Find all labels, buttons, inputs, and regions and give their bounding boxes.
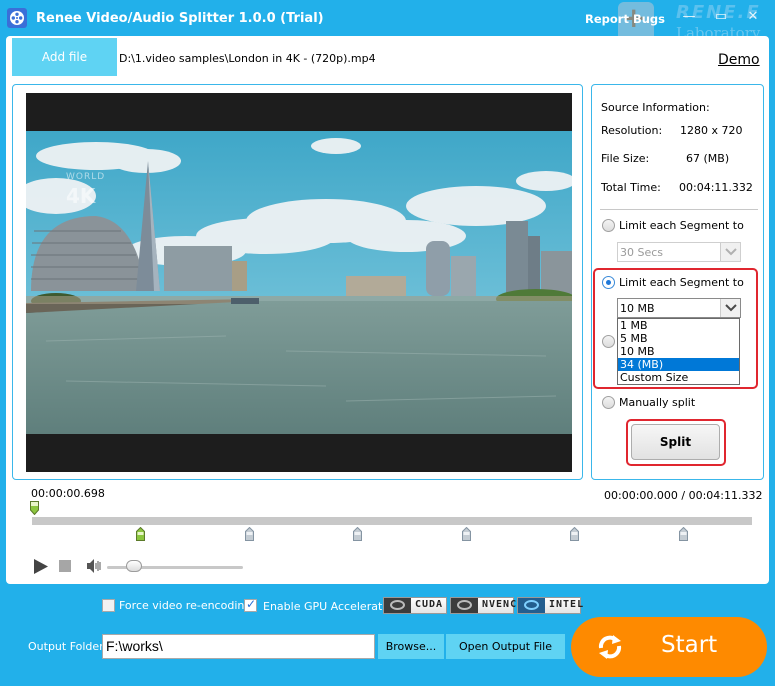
cuda-badge[interactable]: CUDA (383, 597, 447, 614)
main-panel: Add file D:\1.video samples\London in 4K… (6, 36, 769, 584)
split-button[interactable]: Split (631, 424, 720, 460)
demo-link[interactable]: Demo (718, 52, 760, 68)
close-icon[interactable]: ✕ (744, 8, 762, 26)
limit-by-size-radio[interactable] (602, 276, 615, 289)
total-time-label: Total Time: (601, 181, 661, 194)
size-limit-dropdown: 1 MB 5 MB 10 MB 34 (MB) Custom Size (617, 318, 740, 385)
chevron-down-icon (720, 243, 740, 261)
start-marker-handle[interactable] (30, 501, 39, 515)
total-time-value: 00:04:11.332 (679, 181, 753, 194)
volume-icon[interactable] (87, 559, 102, 573)
force-reencode-label[interactable]: Force video re-encoding (119, 599, 251, 612)
size-limit-value: 10 MB (620, 302, 655, 315)
svg-text:WORLD: WORLD (66, 172, 105, 182)
nvenc-badge[interactable]: NVENC (450, 597, 518, 614)
segment-marker[interactable] (679, 527, 688, 541)
add-file-button[interactable]: Add file (12, 38, 117, 76)
gpu-accel-checkbox[interactable] (244, 597, 257, 612)
split-options-panel: Source Information: Resolution: 1280 x 7… (591, 84, 764, 480)
play-icon[interactable] (34, 559, 48, 574)
force-reencode-checkbox[interactable] (102, 599, 115, 612)
segment-marker-active[interactable] (136, 527, 145, 541)
file-size-label: File Size: (601, 152, 650, 165)
file-size-value: 67 (MB) (686, 152, 730, 165)
split-option-radio-hidden[interactable] (602, 335, 615, 348)
segment-marker[interactable] (353, 527, 363, 541)
manual-split-label[interactable]: Manually split (619, 396, 695, 409)
cuda-badge-label: CUDA (415, 599, 444, 610)
minimize-icon[interactable]: — (680, 8, 698, 26)
report-bugs-link[interactable]: Report Bugs (585, 12, 665, 26)
manual-split-radio[interactable] (602, 396, 615, 409)
output-folder-label: Output Folder: (28, 640, 108, 653)
resolution-value: 1280 x 720 (680, 124, 743, 137)
browse-button[interactable]: Browse... (378, 634, 444, 659)
start-button-label: Start (661, 632, 718, 658)
video-preview-frame: WORLD 4K (12, 84, 583, 480)
time-limit-value: 30 Secs (620, 246, 664, 259)
svg-text:4K: 4K (66, 184, 97, 208)
segment-marker[interactable] (461, 527, 471, 541)
refresh-icon (598, 635, 622, 659)
segment-marker[interactable] (570, 527, 580, 541)
chevron-down-icon (720, 299, 740, 317)
resolution-label: Resolution: (601, 124, 663, 137)
divider (600, 209, 758, 210)
nvidia-logo-icon (451, 598, 478, 613)
playback-position-label: 00:00:00.000 / 00:04:11.332 (604, 489, 763, 502)
file-path-label: D:\1.video samples\London in 4K - (720p)… (119, 52, 376, 65)
volume-slider-thumb[interactable] (126, 560, 143, 572)
dropdown-option[interactable]: 10 MB (618, 345, 739, 358)
start-button[interactable]: Start (571, 617, 767, 677)
maximize-icon[interactable]: ▭ (712, 8, 730, 26)
marker-time-label: 00:00:00.698 (31, 487, 105, 500)
size-limit-select[interactable]: 10 MB (617, 298, 741, 318)
video-preview[interactable]: WORLD 4K (26, 93, 572, 472)
window-title: Renee Video/Audio Splitter 1.0.0 (Trial) (36, 11, 324, 26)
limit-by-time-label[interactable]: Limit each Segment to (619, 219, 744, 232)
limit-by-time-radio[interactable] (602, 219, 615, 232)
dropdown-option-highlighted[interactable]: 34 (MB) (618, 358, 739, 371)
timeline-track[interactable] (32, 517, 752, 525)
limit-by-size-label[interactable]: Limit each Segment to (619, 276, 744, 289)
time-limit-select[interactable]: 30 Secs (617, 242, 741, 262)
segment-marker[interactable] (244, 527, 254, 541)
video-frame-image: WORLD 4K (26, 131, 572, 434)
intel-badge-label: INTEL (549, 599, 585, 610)
dropdown-option[interactable]: 5 MB (618, 332, 739, 345)
nvidia-logo-icon (384, 598, 411, 613)
nvenc-badge-label: NVENC (482, 599, 518, 610)
source-info-heading: Source Information: (601, 101, 710, 114)
stop-icon[interactable] (59, 560, 71, 572)
title-bar: Renee Video/Audio Splitter 1.0.0 (Trial)… (0, 0, 775, 42)
intel-logo-icon (518, 598, 545, 613)
intel-badge[interactable]: INTEL (517, 597, 585, 614)
output-folder-input[interactable]: F:\works\ (102, 634, 375, 659)
open-output-file-button[interactable]: Open Output File (446, 634, 565, 659)
dropdown-option[interactable]: Custom Size (618, 371, 739, 384)
film-reel-icon (7, 8, 27, 28)
gpu-accel-label[interactable]: Enable GPU Acceleration (263, 600, 399, 613)
dropdown-option[interactable]: 1 MB (618, 319, 739, 332)
app-window: Renee Video/Audio Splitter 1.0.0 (Trial)… (0, 0, 775, 686)
